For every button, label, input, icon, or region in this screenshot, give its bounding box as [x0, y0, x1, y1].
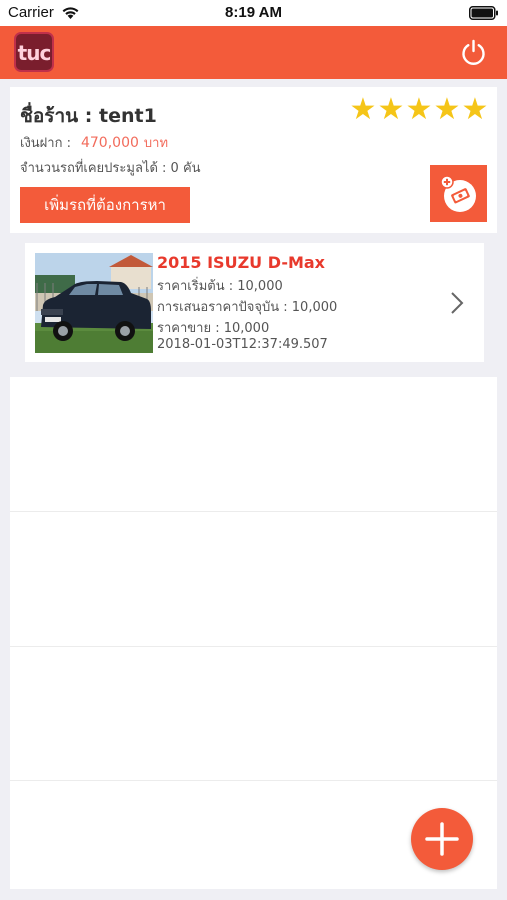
add-wanted-car-button[interactable]: เพิ่มรถที่ต้องการหา	[20, 187, 190, 223]
sale-price: ราคาขาย : 10,000	[157, 321, 270, 336]
bid-button[interactable]	[430, 165, 487, 222]
start-price: ราคาเริ่มต้น : 10,000	[157, 279, 283, 294]
star-icon: ★	[433, 92, 461, 127]
bid-icon	[440, 175, 476, 212]
star-icon: ★	[377, 92, 405, 127]
star-icon: ★	[349, 92, 377, 127]
nav-bar: tuc	[0, 26, 507, 79]
status-bar: Carrier 8:19 AM	[0, 0, 507, 26]
shop-card: ชื่อร้าน : tent1 ★ ★ ★ ★ ★ เงินฝาก : 470,…	[10, 87, 497, 233]
car-listing-card[interactable]: 2015 ISUZU D-Max ราคาเริ่มต้น : 10,000 ก…	[25, 243, 484, 362]
row-divider	[10, 646, 497, 647]
status-time: 8:19 AM	[225, 4, 282, 21]
chevron-right-icon	[451, 292, 464, 314]
battery-icon	[469, 6, 498, 20]
row-divider	[10, 511, 497, 512]
row-divider	[10, 780, 497, 781]
shop-name: ชื่อร้าน : tent1	[20, 105, 157, 127]
power-icon[interactable]	[460, 39, 487, 66]
deposit-unit: บาท	[143, 136, 169, 151]
auction-count: จำนวนรถที่เคยประมูลได้ : 0 คัน	[20, 161, 201, 176]
deposit-label: เงินฝาก :	[20, 136, 71, 151]
rating-stars: ★ ★ ★ ★ ★	[349, 92, 489, 127]
deposit-value: 470,000	[80, 135, 139, 151]
car-title: 2015 ISUZU D-Max	[157, 253, 325, 272]
plus-icon	[425, 822, 459, 856]
logo-text: tuc	[17, 41, 52, 65]
star-icon: ★	[405, 92, 433, 127]
star-icon: ★	[461, 92, 489, 127]
add-button[interactable]	[411, 808, 473, 870]
car-photo	[35, 253, 153, 353]
deposit-row: เงินฝาก : 470,000 บาท	[20, 132, 168, 153]
listing-timestamp: 2018-01-03T12:37:49.507	[157, 337, 328, 352]
app-logo: tuc	[14, 32, 54, 72]
current-offer: การเสนอราคาปัจจุบัน : 10,000	[157, 300, 338, 315]
